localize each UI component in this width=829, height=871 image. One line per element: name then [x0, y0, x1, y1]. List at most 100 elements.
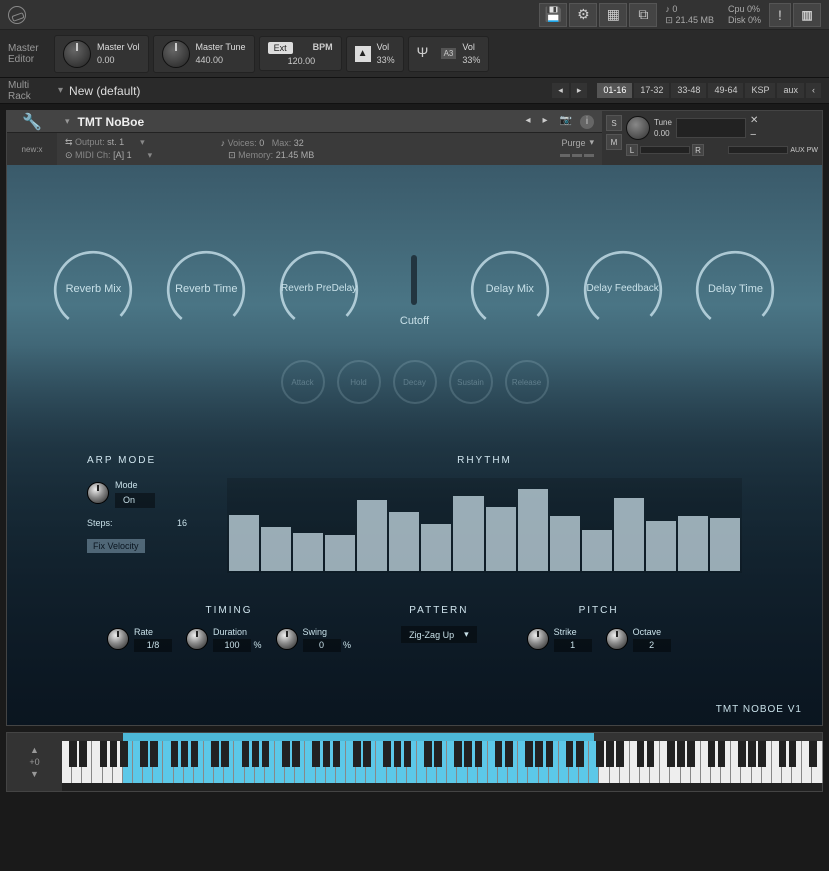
decay-knob[interactable]: Decay [393, 360, 437, 404]
inst-next-button[interactable]: ▸ [539, 115, 552, 129]
rhythm-step[interactable] [453, 496, 483, 571]
arp-mode-value[interactable]: On [115, 493, 155, 508]
strike-knob[interactable] [527, 628, 549, 650]
rack-preset-dropdown[interactable]: ▾New (default) [58, 84, 544, 98]
rate-knob[interactable] [107, 628, 129, 650]
master-vol-group: Master Vol0.00 [54, 35, 149, 73]
rhythm-step-sequencer[interactable] [227, 478, 742, 573]
ksp-button[interactable]: KSP [745, 83, 775, 98]
ni-logo-icon: ▥ [793, 3, 821, 27]
bpm-value[interactable]: 120.00 [288, 56, 316, 66]
cpu-disk-readout: Cpu 0% Disk 0% [722, 4, 767, 26]
transpose-value: +0 [29, 757, 39, 767]
master-editor-label: Master Editor [8, 43, 50, 65]
alert-button[interactable]: ! [769, 3, 791, 27]
reverb-time-knob[interactable]: Reverb Time [161, 245, 251, 335]
page-range-1[interactable]: 01-16 [597, 83, 632, 98]
aux-button[interactable]: aux [777, 83, 804, 98]
sustain-knob[interactable]: Sustain [449, 360, 493, 404]
arp-steps-value[interactable]: 16 [177, 518, 187, 528]
master-editor-row: Master Editor Master Vol0.00 Master Tune… [0, 30, 829, 78]
rhythm-step[interactable] [486, 507, 516, 571]
purge-dropdown[interactable]: Purge▾ [561, 137, 594, 148]
swing-knob[interactable] [276, 628, 298, 650]
metronome-icon[interactable]: ▲ [355, 46, 371, 62]
mute-button[interactable]: M [606, 134, 622, 150]
transpose-down-button[interactable]: ▼ [30, 769, 39, 779]
pan-l-icon: L [626, 144, 638, 156]
edit-instrument-button[interactable]: 🔧 [7, 111, 57, 133]
page-prev-button[interactable]: ◂ [552, 83, 569, 98]
reverb-mix-knob[interactable]: Reverb Mix [48, 245, 138, 335]
rhythm-step[interactable] [229, 515, 259, 571]
hold-knob[interactable]: Hold [337, 360, 381, 404]
master-tune-knob[interactable] [162, 40, 190, 68]
rhythm-step[interactable] [678, 516, 708, 571]
arp-mode-title: ARP MODE [87, 455, 197, 466]
pw-label: PW [807, 147, 818, 154]
delay-feedback-knob[interactable]: Delay Feedback [578, 245, 668, 335]
cutoff-slider[interactable] [411, 255, 417, 305]
rhythm-step[interactable] [646, 521, 676, 571]
transpose-up-button[interactable]: ▲ [30, 745, 39, 755]
inst-prev-button[interactable]: ◂ [521, 115, 534, 129]
settings-button[interactable]: ⚙ [569, 3, 597, 27]
rhythm-step[interactable] [389, 512, 419, 571]
page-next-button[interactable]: ▸ [571, 83, 588, 98]
rhythm-step[interactable] [293, 533, 323, 571]
layout-button[interactable]: ⧉ [629, 3, 657, 27]
delay-time-knob[interactable]: Delay Time [690, 245, 780, 335]
rhythm-step[interactable] [421, 524, 451, 571]
vol-slider[interactable] [728, 146, 788, 154]
app-top-bar: 💾 ⚙ ▦ ⧉ ♪ 0 ⊡ 21.45 MB Cpu 0% Disk 0% ! … [0, 0, 829, 30]
tuning-fork-icon[interactable] [417, 44, 433, 64]
instrument-body: Reverb Mix Reverb Time Reverb PreDelay C… [7, 165, 822, 725]
rhythm-step[interactable] [550, 516, 580, 571]
master-vol-knob[interactable] [63, 40, 91, 68]
save-button[interactable]: 💾 [539, 3, 567, 27]
inst-snapshot-button[interactable]: 📷 [556, 115, 576, 129]
instrument-name[interactable]: TMT NoBoe [78, 115, 514, 129]
solo-button[interactable]: S [606, 115, 622, 131]
rhythm-step[interactable] [518, 489, 548, 571]
minimize-instrument-button[interactable]: − [750, 129, 758, 141]
output-vol-1: ▲ Vol33% [346, 36, 404, 72]
rhythm-step[interactable] [710, 518, 740, 571]
inst-tune-knob[interactable] [626, 116, 650, 140]
view-button[interactable]: ▦ [599, 3, 627, 27]
instrument-header: 🔧 new:x ▾ TMT NoBoe ◂ ▸ 📷 i ⇆ Output: st… [7, 111, 822, 165]
collapse-button[interactable]: ‹ [806, 83, 821, 98]
attack-knob[interactable]: Attack [281, 360, 325, 404]
duration-knob[interactable] [186, 628, 208, 650]
close-instrument-button[interactable]: ✕ [750, 115, 758, 126]
key-range-strip[interactable] [62, 733, 822, 741]
reverb-predelay-knob[interactable]: Reverb PreDelay [274, 245, 364, 335]
keyboard-section: ▲ +0 ▼ [6, 732, 823, 792]
pattern-dropdown[interactable]: Zig-Zag Up▾ [401, 626, 477, 643]
pitch-title: PITCH [527, 605, 671, 616]
page-range-2[interactable]: 17-32 [634, 83, 669, 98]
page-range-4[interactable]: 49-64 [708, 83, 743, 98]
memory-meter [560, 154, 594, 157]
virtual-keyboard[interactable] [62, 741, 822, 783]
app-logo-icon [8, 6, 26, 24]
inst-expand-icon[interactable]: ▾ [65, 116, 70, 127]
rhythm-title: RHYTHM [227, 455, 742, 466]
rhythm-step[interactable] [582, 530, 612, 571]
inst-info-button[interactable]: i [580, 115, 594, 129]
pan-slider[interactable] [640, 146, 690, 154]
rhythm-step[interactable] [357, 500, 387, 571]
rhythm-step[interactable] [325, 535, 355, 571]
output-meter [676, 118, 746, 138]
rhythm-step[interactable] [261, 527, 291, 571]
octave-knob[interactable] [606, 628, 628, 650]
release-knob[interactable]: Release [505, 360, 549, 404]
rhythm-step[interactable] [614, 498, 644, 571]
delay-mix-knob[interactable]: Delay Mix [465, 245, 555, 335]
fix-velocity-button[interactable]: Fix Velocity [87, 539, 145, 553]
multi-rack-label: Multi Rack [8, 80, 50, 102]
arp-mode-knob[interactable] [87, 482, 109, 504]
snapshot-button[interactable]: new:x [7, 133, 57, 165]
page-range-3[interactable]: 33-48 [671, 83, 706, 98]
ext-sync-button[interactable]: Ext [268, 42, 293, 54]
